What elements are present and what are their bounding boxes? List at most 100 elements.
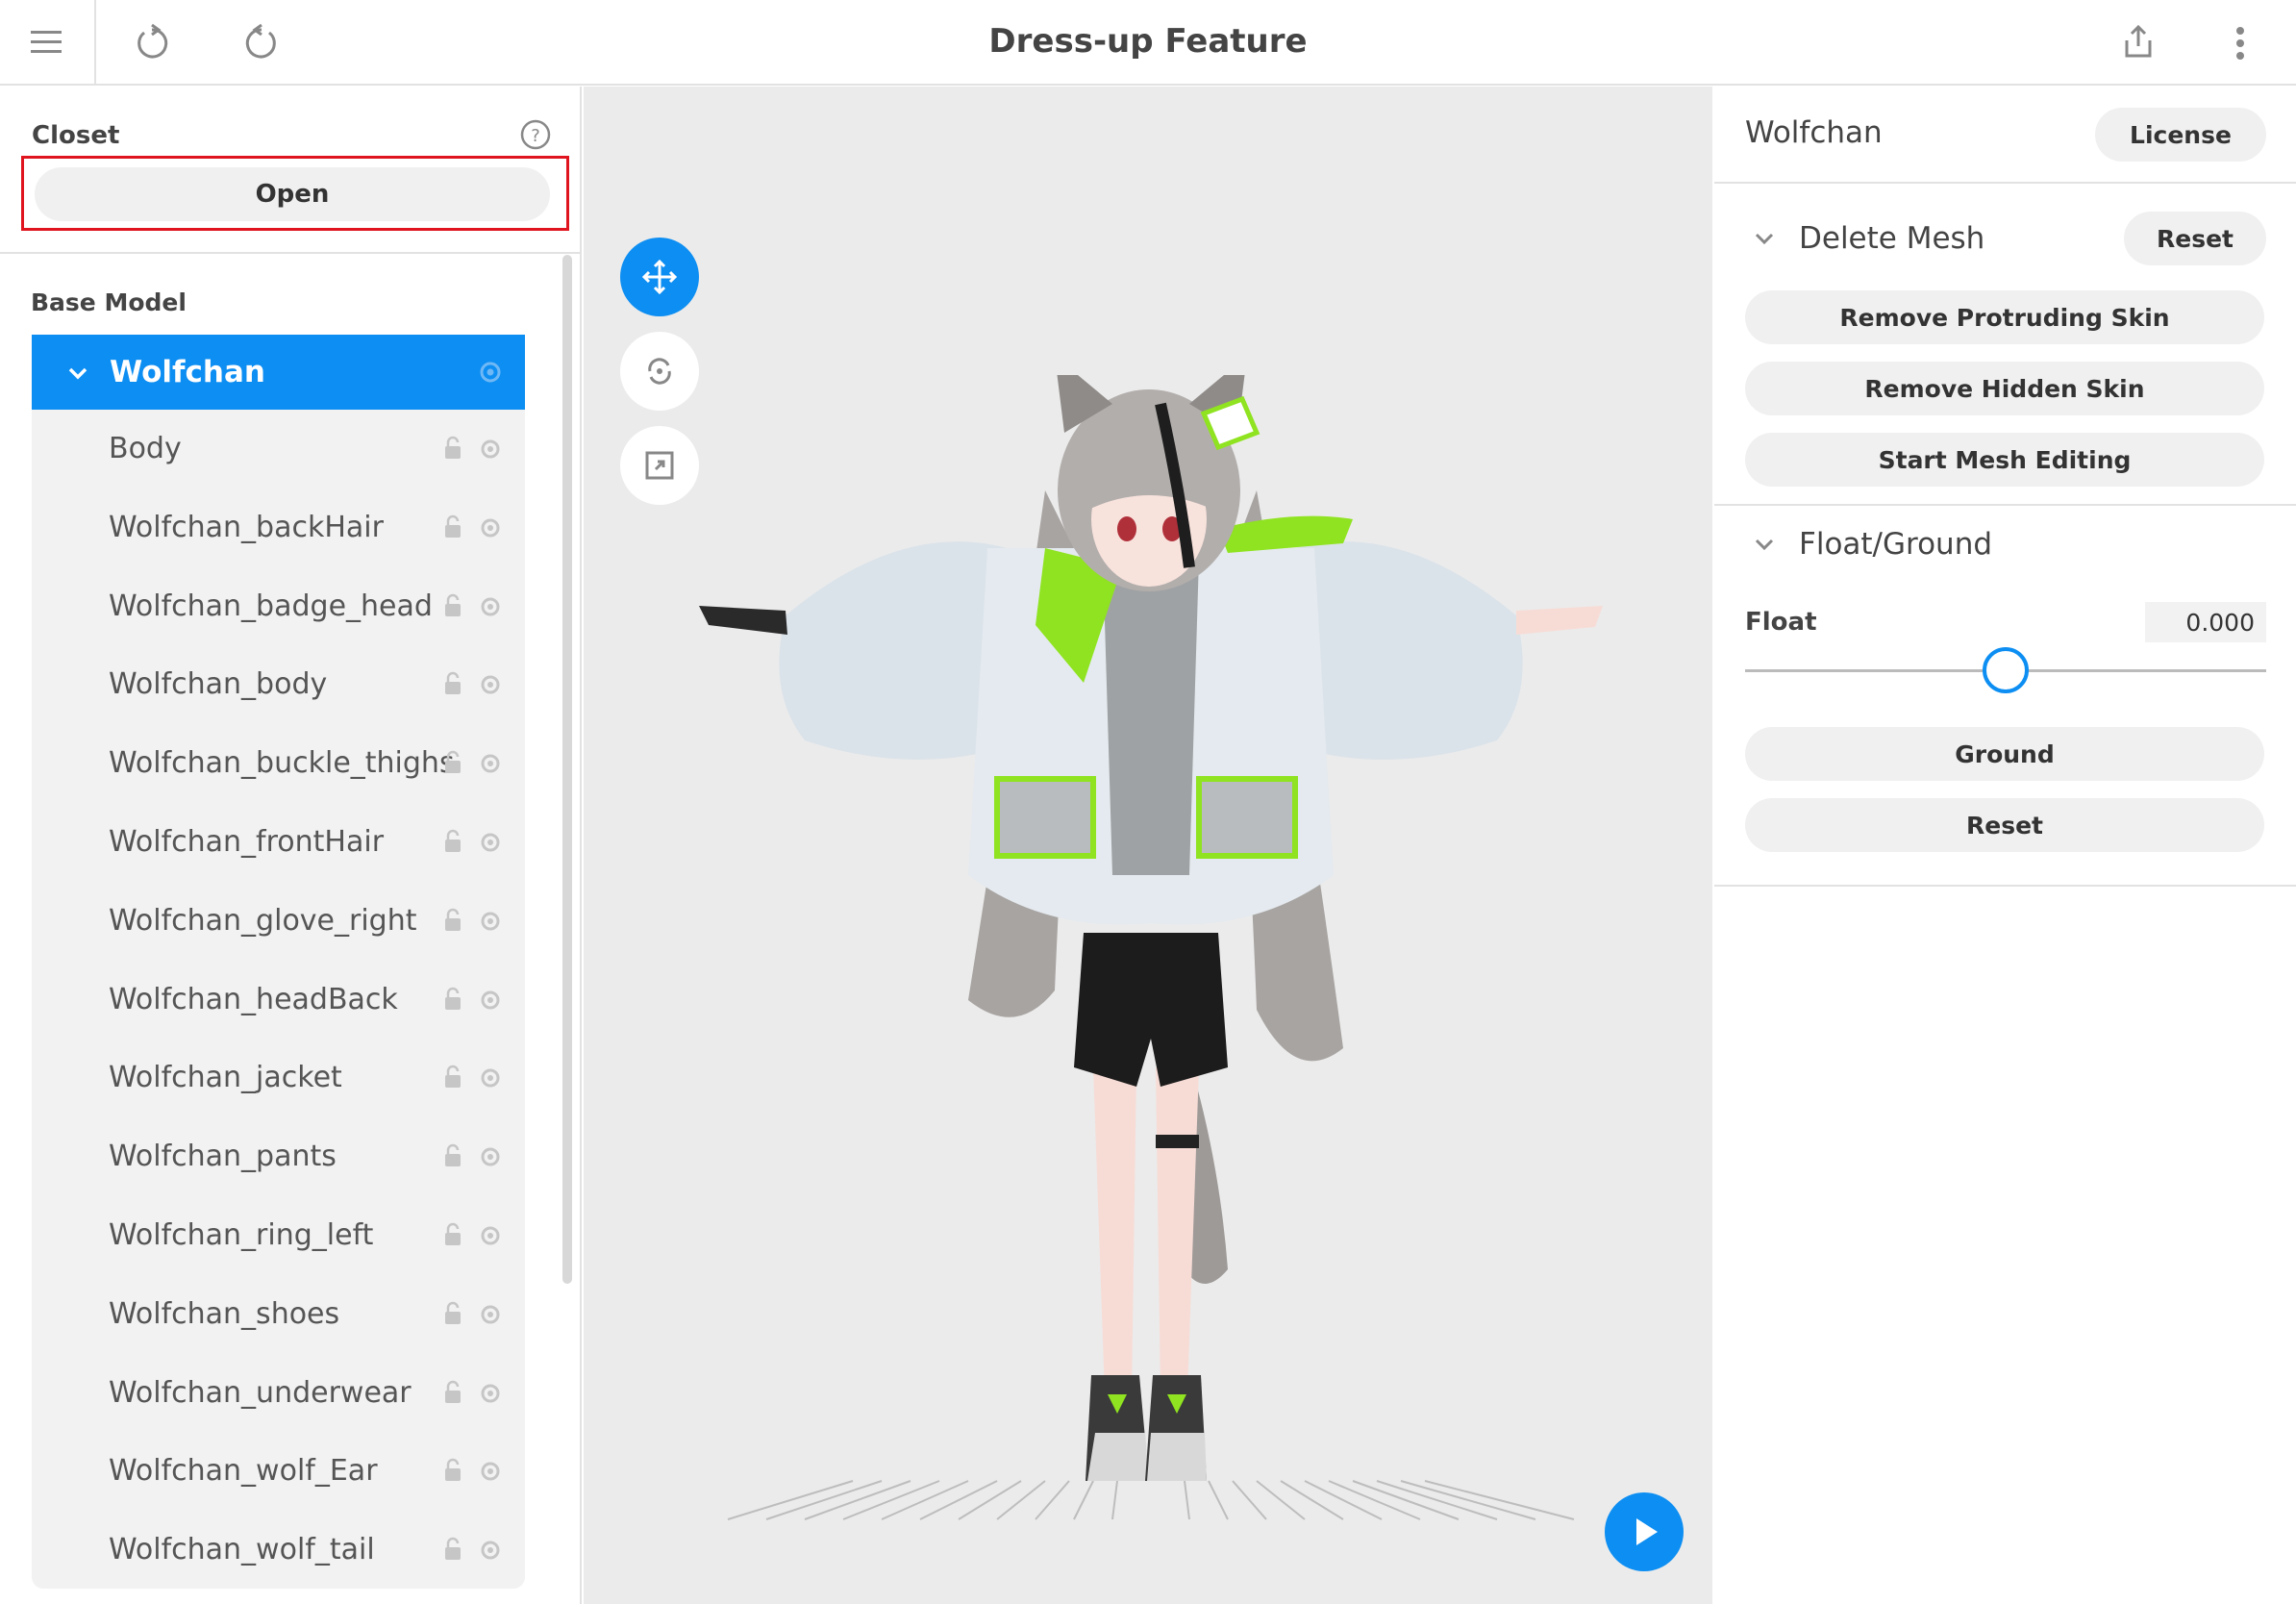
tree-item-label: Wolfchan_jacket <box>109 1061 342 1095</box>
play-icon <box>1636 1518 1658 1545</box>
lock-icon[interactable] <box>443 1301 462 1326</box>
tree-item-label: Wolfchan_underwear <box>109 1375 412 1410</box>
visibility-icon[interactable] <box>478 1067 503 1089</box>
more-vertical-icon[interactable] <box>2211 13 2269 71</box>
left-scrollbar[interactable] <box>562 255 572 1284</box>
inspector-panel: Wolfchan License Delete Mesh Reset Remov… <box>1714 87 2296 1604</box>
lock-icon[interactable] <box>443 436 462 461</box>
closet-label: Closet <box>32 121 120 150</box>
tree-item[interactable]: Wolfchan_wolf_Ear <box>32 1432 525 1511</box>
tree-item-label: Wolfchan_body <box>109 667 328 702</box>
tree-item[interactable]: Wolfchan_frontHair <box>32 803 525 882</box>
tree-item[interactable]: Wolfchan_buckle_thighs <box>32 724 525 803</box>
move-icon[interactable] <box>620 238 699 316</box>
tree-item[interactable]: Wolfchan_glove_right <box>32 882 525 961</box>
lock-icon[interactable] <box>443 987 462 1012</box>
visibility-icon[interactable] <box>478 362 503 383</box>
ground-button[interactable]: Ground <box>1745 727 2264 781</box>
lock-icon[interactable] <box>443 1537 462 1562</box>
float-label: Float <box>1745 608 1817 637</box>
app-title: Dress-up Feature <box>988 22 1308 61</box>
tree-item[interactable]: Body <box>32 410 525 489</box>
tree-item-label: Wolfchan_frontHair <box>109 825 385 859</box>
lock-icon[interactable] <box>443 671 462 696</box>
tree-item[interactable]: Wolfchan_underwear <box>32 1354 525 1433</box>
lock-icon[interactable] <box>443 1222 462 1247</box>
avatar-model[interactable] <box>680 375 1622 1577</box>
chevron-down-icon[interactable] <box>1753 533 1776 556</box>
tree-item[interactable]: Wolfchan_shoes <box>32 1275 525 1354</box>
model-name: Wolfchan <box>1745 115 1883 150</box>
tree-root-wolfchan[interactable]: Wolfchan <box>32 335 525 410</box>
tree-item-label: Wolfchan_pants <box>109 1140 337 1174</box>
delete-mesh-header[interactable]: Delete Mesh <box>1753 221 1984 256</box>
visibility-icon[interactable] <box>478 517 503 539</box>
tree-item[interactable]: Wolfchan_ring_left <box>32 1196 525 1275</box>
float-reset-button[interactable]: Reset <box>1745 798 2264 852</box>
tree-item-label: Wolfchan_badge_head <box>109 589 433 623</box>
lock-icon[interactable] <box>443 1065 462 1090</box>
lock-icon[interactable] <box>443 908 462 933</box>
tree-item-label: Wolfchan_headBack <box>109 982 398 1016</box>
tree-item-label: Wolfchan_backHair <box>109 510 384 544</box>
visibility-icon[interactable] <box>478 753 503 774</box>
tree-root-label: Wolfchan <box>110 355 265 389</box>
visibility-icon[interactable] <box>478 832 503 853</box>
top-bar: Dress-up Feature <box>0 0 2296 86</box>
lock-icon[interactable] <box>443 1143 462 1168</box>
inspector-divider <box>1714 885 2296 887</box>
visibility-icon[interactable] <box>478 1225 503 1246</box>
lock-icon[interactable] <box>443 593 462 618</box>
3d-viewport[interactable] <box>584 87 1712 1604</box>
tree-item[interactable]: Wolfchan_wolf_tail <box>32 1511 525 1589</box>
visibility-icon[interactable] <box>478 1461 503 1482</box>
remove-hidden-skin-button[interactable]: Remove Hidden Skin <box>1745 362 2264 415</box>
tree-item-label: Wolfchan_wolf_tail <box>109 1533 375 1567</box>
lock-icon[interactable] <box>443 1380 462 1405</box>
visibility-icon[interactable] <box>478 1383 503 1404</box>
tree-item[interactable]: Wolfchan_body <box>32 645 525 724</box>
tree-item-label: Wolfchan_glove_right <box>109 903 417 938</box>
lock-icon[interactable] <box>443 750 462 775</box>
visibility-icon[interactable] <box>478 674 503 695</box>
tree-item[interactable]: Wolfchan_pants <box>32 1117 525 1196</box>
delete-mesh-reset-button[interactable]: Reset <box>2124 212 2266 265</box>
lock-icon[interactable] <box>443 514 462 539</box>
lock-icon[interactable] <box>443 829 462 854</box>
tree-item-label: Wolfchan_shoes <box>109 1296 340 1331</box>
float-slider-thumb[interactable] <box>1983 647 2029 693</box>
visibility-icon[interactable] <box>478 911 503 932</box>
lock-icon[interactable] <box>443 1458 462 1483</box>
tree-item[interactable]: Wolfchan_badge_head <box>32 567 525 646</box>
visibility-icon[interactable] <box>478 1146 503 1167</box>
help-icon[interactable]: ? <box>519 118 552 151</box>
chevron-down-icon[interactable] <box>66 362 89 385</box>
play-button[interactable] <box>1605 1492 1684 1571</box>
chevron-down-icon[interactable] <box>1753 227 1776 250</box>
tree-item-label: Wolfchan_ring_left <box>109 1218 374 1252</box>
tree-item[interactable]: Wolfchan_headBack <box>32 961 525 1040</box>
visibility-icon[interactable] <box>478 596 503 617</box>
visibility-icon[interactable] <box>478 1540 503 1561</box>
remove-protruding-skin-button[interactable]: Remove Protruding Skin <box>1745 290 2264 344</box>
svg-text:?: ? <box>531 126 540 146</box>
start-mesh-editing-button[interactable]: Start Mesh Editing <box>1745 433 2264 487</box>
mesh-tree: Wolfchan Body Wolfchan_backHair Wolfchan_b… <box>32 335 525 1589</box>
tree-item[interactable]: Wolfchan_jacket <box>32 1039 525 1117</box>
visibility-icon[interactable] <box>478 990 503 1011</box>
visibility-icon[interactable] <box>478 439 503 460</box>
license-button[interactable]: License <box>2095 108 2266 162</box>
float-value-field[interactable] <box>2145 602 2266 642</box>
inspector-divider <box>1714 504 2296 506</box>
float-ground-title: Float/Ground <box>1799 527 1993 562</box>
share-icon[interactable] <box>2109 13 2167 71</box>
inspector-divider <box>1714 182 2296 184</box>
visibility-icon[interactable] <box>478 1304 503 1325</box>
tree-item[interactable]: Wolfchan_backHair <box>32 489 525 567</box>
left-divider <box>0 252 582 254</box>
closet-open-button[interactable]: Open <box>35 167 550 221</box>
tree-item-label: Wolfchan_buckle_thighs <box>109 746 455 781</box>
delete-mesh-title: Delete Mesh <box>1799 221 1985 256</box>
float-ground-header[interactable]: Float/Ground <box>1753 527 1992 562</box>
tree-item-label: Wolfchan_wolf_Ear <box>109 1454 378 1489</box>
